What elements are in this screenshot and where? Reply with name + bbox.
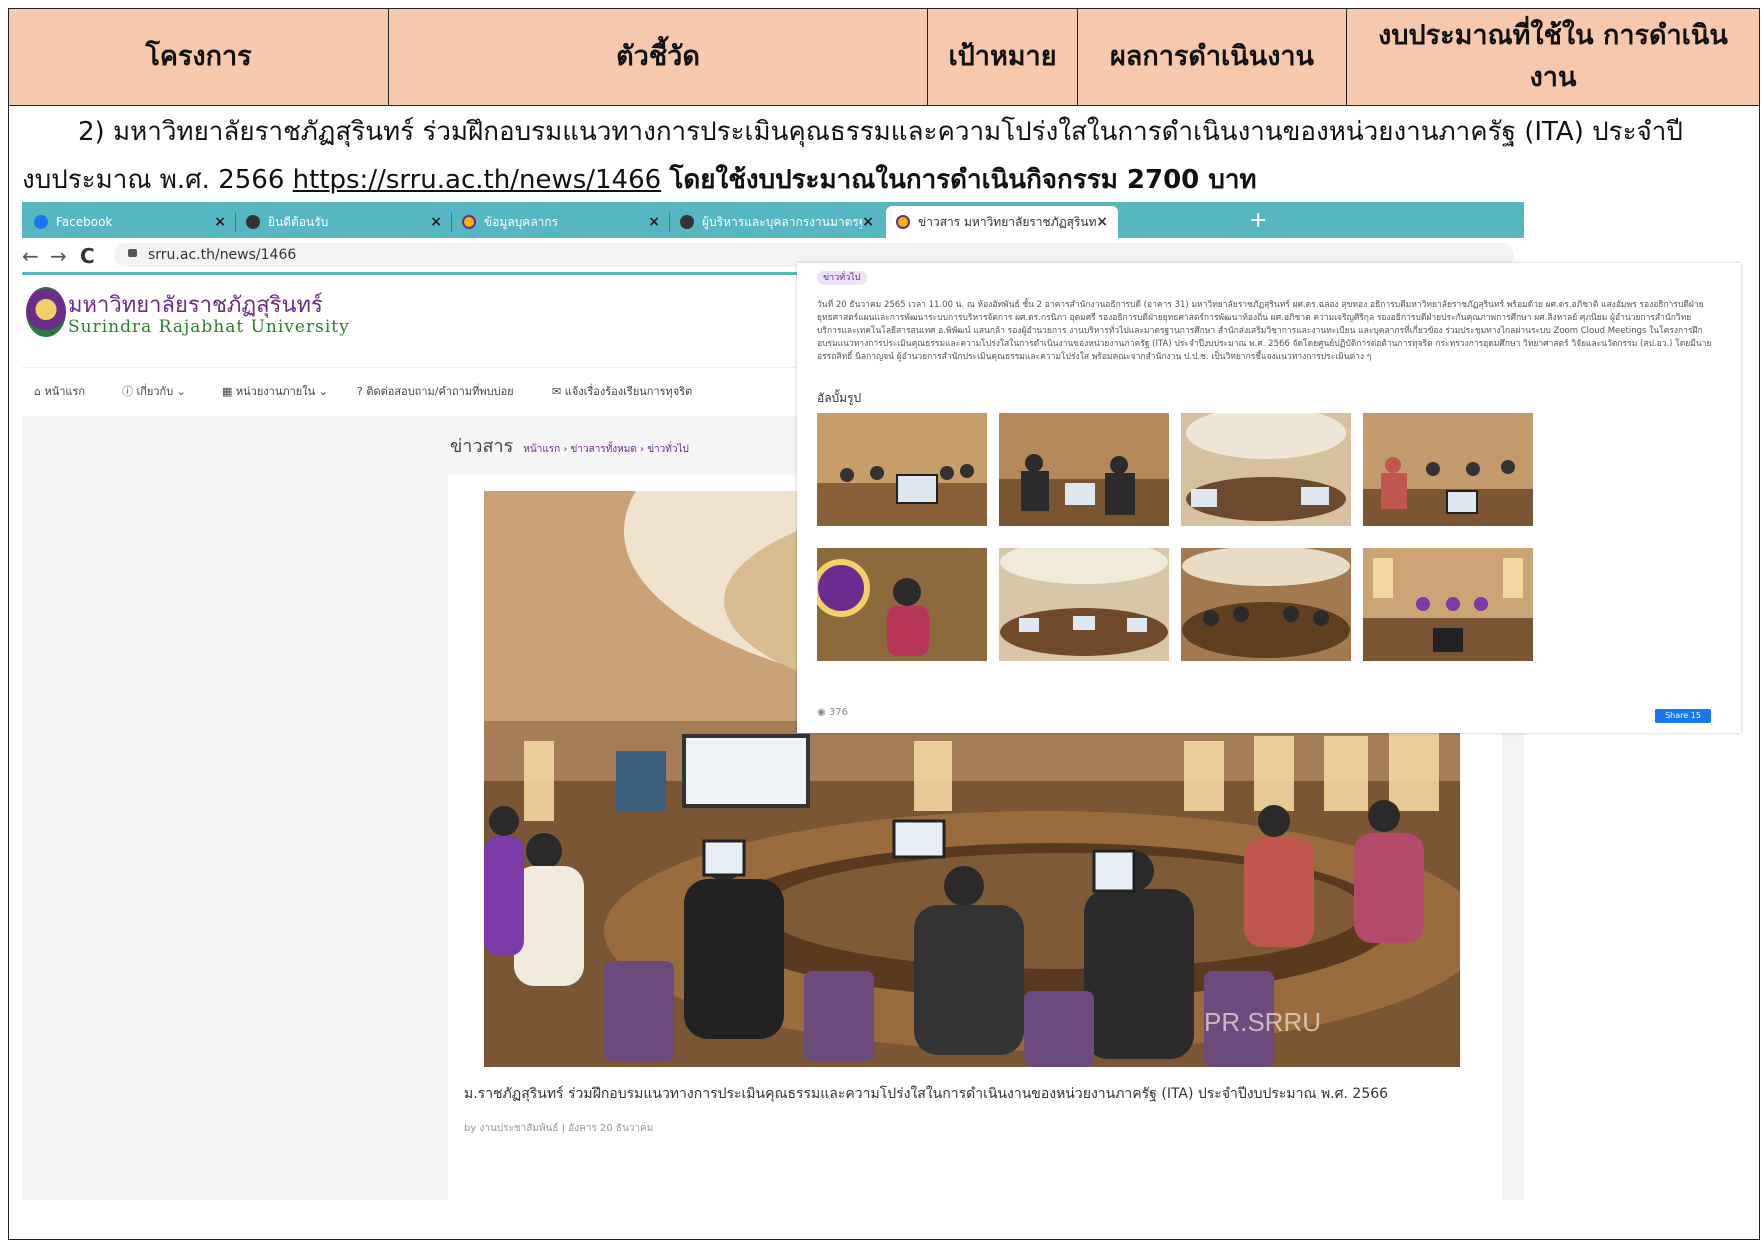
menu-complaint[interactable]: ✉ แจ้งเรื่องร้องเรียนการทุจริต	[552, 382, 692, 400]
address-text: srru.ac.th/news/1466	[148, 247, 297, 263]
university-logo	[26, 287, 66, 337]
menu-units[interactable]: ▦ หน่วยงานภายใน ⌄	[222, 382, 328, 400]
globe-icon	[680, 215, 694, 229]
university-logo-icon	[896, 215, 910, 229]
browser-tab-news[interactable]: ข่าวสาร มหาวิทยาลัยราชภัฏสุรินทร์ | S ×	[886, 206, 1118, 238]
news-caption: ม.ราชภัฏสุรินทร์ ร่วมฝึกอบรมแนวทางการประ…	[464, 1086, 1389, 1102]
browser-tab-facebook[interactable]: Facebook ×	[24, 206, 236, 238]
menu-about[interactable]: ⓘ เกี่ยวกับ ⌄	[122, 382, 186, 400]
facebook-icon	[34, 215, 48, 229]
menu-home[interactable]: ⌂ หน้าแรก	[34, 382, 85, 400]
forward-icon[interactable]: →	[50, 244, 67, 268]
view-count: ◉ 376	[817, 707, 848, 718]
site-header: มหาวิทยาลัยราชภัฏสุรินทร์ Surindra Rajab…	[22, 275, 822, 367]
close-icon[interactable]: ×	[648, 214, 660, 230]
lock-icon	[128, 249, 137, 257]
browser-tab-personnel[interactable]: ข้อมูลบุคลากร ×	[452, 206, 670, 238]
category-tag[interactable]: ข่าวทั่วไป	[817, 271, 867, 285]
tab-label: ยินดีต้อนรับ	[268, 214, 329, 229]
breadcrumb: ข่าวสาร หน้าแรก › ข่าวสารทั้งหมด › ข่าวทั…	[450, 431, 689, 460]
back-icon[interactable]: ←	[22, 244, 39, 268]
section-title: ข่าวสาร	[450, 436, 514, 457]
album-photo[interactable]	[1363, 548, 1533, 661]
university-name-en: Surindra Rajabhat University	[68, 317, 350, 337]
news-overlay-panel: ข่าวทั่วไป วันที่ 20 ธันวาคม 2565 เวลา 1…	[797, 263, 1741, 733]
news-body-text: วันที่ 20 ธันวาคม 2565 เวลา 11.00 น. ณ ห…	[817, 300, 1712, 362]
budget-text: โดยใช้งบประมาณในการดำเนินกิจกรรม 2700 บา…	[669, 165, 1257, 195]
facebook-share-button[interactable]: Share 15	[1655, 709, 1711, 723]
news-link[interactable]: https://srru.ac.th/news/1466	[293, 165, 662, 195]
album-photo[interactable]	[999, 548, 1169, 661]
new-tab-button[interactable]: +	[1249, 208, 1267, 233]
paragraph-line-1: 2) มหาวิทยาลัยราชภัฏสุรินทร์ ร่วมฝึกอบรม…	[78, 117, 1683, 147]
browser-tab-executives[interactable]: ผู้บริหารและบุคลากรงานมาตรฐานการศึ ×	[670, 206, 884, 238]
site-menu: ⌂ หน้าแรก ⓘ เกี่ยวกับ ⌄ ▦ หน่วยงานภายใน …	[22, 367, 822, 416]
album-photo[interactable]	[817, 548, 987, 661]
album-photo[interactable]	[1363, 413, 1533, 526]
breadcrumb-path[interactable]: หน้าแรก › ข่าวสารทั้งหมด › ข่าวทั่วไป	[523, 444, 689, 455]
header-budget: งบประมาณที่ใช้ใน การดำเนินงาน	[1378, 20, 1728, 93]
close-icon[interactable]: ×	[862, 214, 874, 230]
university-logo-icon	[462, 215, 476, 229]
globe-icon	[246, 215, 260, 229]
close-icon[interactable]: ×	[1096, 214, 1108, 230]
album-photo[interactable]	[1181, 413, 1351, 526]
tab-label: ผู้บริหารและบุคลากรงานมาตรฐานการศึ	[702, 214, 862, 229]
header-target: เป้าหมาย	[928, 9, 1078, 105]
tab-label: ข่าวสาร มหาวิทยาลัยราชภัฏสุรินทร์ | S	[918, 214, 1096, 229]
menu-contact[interactable]: ? ติดต่อสอบถาม/คำถามที่พบบ่อย	[357, 382, 514, 400]
eye-icon: ◉	[817, 707, 829, 718]
tab-label: ข้อมูลบุคลากร	[484, 214, 559, 229]
album-photo[interactable]	[817, 413, 987, 526]
album-photo[interactable]	[1181, 548, 1351, 661]
table-header-row: โครงการ ตัวชี้วัด เป้าหมาย ผลการดำเนินงา…	[8, 8, 1760, 106]
close-icon[interactable]: ×	[430, 214, 442, 230]
album-label: อัลบั้มรูป	[817, 391, 862, 405]
reload-icon[interactable]: C	[80, 244, 95, 268]
album-photo[interactable]	[999, 413, 1169, 526]
close-icon[interactable]: ×	[214, 214, 226, 230]
svg-text:PR.SRRU: PR.SRRU	[1204, 1007, 1321, 1037]
header-project: โครงการ	[9, 9, 389, 105]
browser-tab-welcome[interactable]: ยินดีต้อนรับ ×	[236, 206, 452, 238]
photo-album-grid	[817, 413, 1533, 673]
header-result: ผลการดำเนินงาน	[1078, 9, 1347, 105]
browser-tab-bar: Facebook × ยินดีต้อนรับ × ข้อมูลบุคลากร …	[22, 202, 1524, 238]
news-byline: by งานประชาสัมพันธ์ | อังคาร 20 ธันวาคม	[464, 1123, 654, 1134]
tab-label: Facebook	[56, 215, 113, 229]
header-indicator: ตัวชี้วัด	[389, 9, 928, 105]
activity-paragraph: 2) มหาวิทยาลัยราชภัฏสุรินทร์ ร่วมฝึกอบรม…	[22, 108, 1742, 204]
paragraph-line-2-prefix: งบประมาณ พ.ศ. 2566	[22, 165, 293, 195]
